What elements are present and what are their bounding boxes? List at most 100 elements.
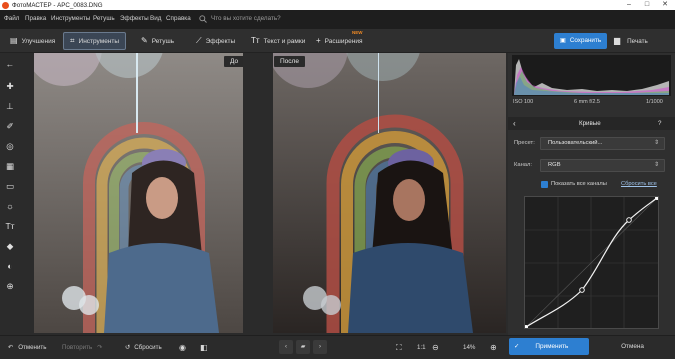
- close-icon[interactable]: ✕: [656, 0, 674, 10]
- tab-enhance[interactable]: ▤ Улучшения: [4, 32, 61, 50]
- before-label: До: [224, 56, 243, 67]
- search-field[interactable]: Что вы хотите сделать?: [199, 14, 309, 25]
- tab-tools-label: Инструменты: [78, 38, 120, 45]
- eraser-icon[interactable]: ◐: [3, 259, 17, 273]
- reset-icon: ↺: [125, 344, 131, 351]
- zoom-ratio[interactable]: 1:1: [417, 342, 426, 354]
- light-icon[interactable]: ☼: [3, 199, 17, 213]
- chevron-left-icon: ‹: [285, 344, 287, 350]
- tab-retouch-label: Ретушь: [151, 38, 175, 45]
- curve-graph: [524, 196, 659, 329]
- histogram-iso: ISO 100: [513, 99, 534, 105]
- photo-before[interactable]: До: [34, 53, 243, 333]
- back-arrow-icon[interactable]: ←: [3, 57, 17, 71]
- undo-button[interactable]: ↶ Отменить: [8, 342, 46, 354]
- compare-divider[interactable]: [136, 53, 138, 133]
- reset-button[interactable]: ↺ Сбросить: [125, 342, 162, 354]
- show-all-channels-label: Показать все каналы: [551, 181, 607, 187]
- curve-editor[interactable]: [524, 196, 659, 329]
- tab-effects[interactable]: ⟋ Эффекты: [190, 32, 241, 50]
- plus-icon: +: [316, 36, 321, 45]
- chevron-right-icon: ›: [319, 344, 321, 350]
- checkmark-icon: ✓: [514, 343, 520, 350]
- patch-icon[interactable]: ✚: [3, 79, 17, 93]
- menu-effects[interactable]: Эффекты: [120, 15, 149, 22]
- zoom-out-icon[interactable]: ⊖: [432, 342, 439, 354]
- text-tool-icon[interactable]: Tт: [3, 219, 17, 233]
- tab-tools[interactable]: ⌗ Инструменты: [63, 32, 127, 50]
- photo-after[interactable]: После: [273, 53, 506, 333]
- fit-screen-icon[interactable]: ⛶: [396, 342, 402, 354]
- print-button[interactable]: ▆ Печать: [614, 33, 668, 49]
- histogram-graph: [514, 59, 669, 95]
- tab-retouch[interactable]: ✎ Ретушь: [135, 32, 180, 50]
- back-chevron-icon[interactable]: ‹: [513, 119, 516, 128]
- before-image: [34, 53, 243, 333]
- curve-point[interactable]: [579, 287, 585, 293]
- help-icon[interactable]: ?: [658, 120, 661, 127]
- channel-select[interactable]: RGB ⇕: [540, 159, 665, 172]
- show-all-channels-checkbox[interactable]: [541, 181, 548, 188]
- window-title: ФотоМАСТЕР - APC_0083.DNG: [12, 1, 103, 9]
- after-label: После: [274, 56, 305, 67]
- reset-label: Сбросить: [134, 344, 162, 351]
- undo-icon: ↶: [8, 344, 14, 351]
- after-image: [273, 53, 506, 333]
- brush-tool-icon[interactable]: ✐: [3, 119, 17, 133]
- compare-divider-after: [378, 53, 379, 133]
- magic-wand-icon: ⟋: [196, 36, 202, 45]
- enhance-icon: ▤: [10, 36, 18, 45]
- search-icon: [199, 15, 207, 23]
- menu-help[interactable]: Справка: [166, 15, 191, 22]
- crop-icon: ⌗: [70, 36, 75, 45]
- apply-button[interactable]: ✓ Применить: [509, 338, 589, 355]
- search-placeholder: Что вы хотите сделать?: [211, 15, 281, 22]
- menu-tools[interactable]: Инструменты: [51, 15, 90, 22]
- menu-view[interactable]: Вид: [150, 15, 161, 22]
- text-icon: Tт: [251, 36, 260, 45]
- redo-label: Повторить: [62, 344, 93, 351]
- target-icon[interactable]: ◎: [3, 139, 17, 153]
- stamp-icon[interactable]: ⊥: [3, 99, 17, 113]
- reset-all-link[interactable]: Сбросить все: [621, 181, 657, 187]
- channel-value: RGB: [548, 162, 561, 168]
- preset-value: Пользовательский...: [548, 140, 603, 146]
- compare-view-icon[interactable]: ◧: [200, 342, 208, 354]
- menu-edit[interactable]: Правка: [25, 15, 46, 22]
- right-panel: ISO 100 6 mm f/2.5 1/1000 ‹ Кривые ? Пре…: [508, 53, 675, 335]
- print-label: Печать: [627, 38, 648, 45]
- app-logo-icon: [2, 1, 9, 9]
- preset-select[interactable]: Пользовательский... ⇕: [540, 137, 665, 150]
- redo-button[interactable]: Повторить ↷: [62, 342, 102, 354]
- vignette-icon[interactable]: ▭: [3, 179, 17, 193]
- curves-header: ‹ Кривые ?: [508, 117, 675, 130]
- select-arrows-icon: ⇕: [653, 162, 659, 168]
- crosshair-icon[interactable]: ⊕: [3, 279, 17, 293]
- menu-retouch[interactable]: Ретушь: [93, 15, 115, 22]
- save-button[interactable]: ▣ Сохранить: [554, 33, 607, 49]
- printer-icon: ▆: [614, 36, 621, 45]
- left-tool-strip: ← ✚ ⊥ ✐ ◎ ▦ ▭ ☼ Tт ◆ ◐ ⊕: [0, 53, 20, 335]
- next-image-button[interactable]: ›: [313, 340, 327, 354]
- zoom-in-icon[interactable]: ⊕: [490, 342, 497, 354]
- tab-text-frames-label: Текст и рамки: [263, 38, 306, 45]
- gradient-icon[interactable]: ▦: [3, 159, 17, 173]
- apply-label: Применить: [535, 343, 569, 350]
- open-folder-button[interactable]: ▰: [296, 340, 310, 354]
- curve-point[interactable]: [626, 217, 632, 223]
- histogram-shutter: 1/1000: [646, 99, 663, 105]
- eye-icon[interactable]: ◉: [179, 342, 186, 354]
- maximize-icon[interactable]: □: [638, 0, 656, 10]
- select-arrows-icon: ⇕: [653, 140, 659, 146]
- title-bar: ФотоМАСТЕР - APC_0083.DNG – □ ✕: [0, 0, 675, 10]
- zoom-percent: 14%: [463, 344, 476, 351]
- cancel-button[interactable]: Отмена: [593, 338, 669, 355]
- minimize-icon[interactable]: –: [620, 0, 638, 10]
- main-toolbar: ▤ Улучшения ⌗ Инструменты ✎ Ретушь ⟋ Эффекты…: [0, 29, 675, 53]
- prev-image-button[interactable]: ‹: [279, 340, 293, 354]
- tab-text-frames[interactable]: Tт Текст и рамки: [245, 32, 311, 50]
- fill-icon[interactable]: ◆: [3, 239, 17, 253]
- tab-enhance-label: Улучшения: [21, 38, 56, 45]
- menu-file[interactable]: Файл: [4, 15, 19, 22]
- redo-icon: ↷: [97, 344, 103, 351]
